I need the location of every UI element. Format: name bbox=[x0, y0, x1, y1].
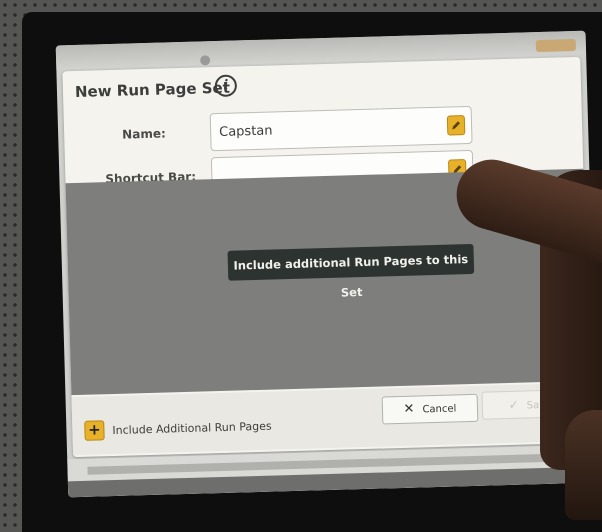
info-icon[interactable]: i bbox=[214, 74, 238, 98]
top-bar-tab[interactable] bbox=[535, 38, 577, 53]
name-label: Name: bbox=[122, 126, 166, 142]
display-screen: New Run Page Set i Name: Capstan Shortcu… bbox=[55, 30, 599, 506]
close-icon: ✕ bbox=[403, 401, 415, 417]
name-value: Capstan bbox=[218, 123, 273, 140]
pencil-icon bbox=[452, 121, 461, 130]
name-edit-button[interactable] bbox=[446, 115, 466, 136]
include-additional-run-pages-row[interactable]: + Include Additional Run Pages bbox=[84, 420, 272, 443]
top-bar-knob bbox=[200, 55, 211, 66]
thumb bbox=[565, 410, 602, 520]
check-icon: ✓ bbox=[508, 397, 519, 412]
include-pages-banner: Include additional Run Pages to this Set bbox=[227, 243, 475, 300]
cancel-label: Cancel bbox=[422, 403, 457, 416]
cancel-button[interactable]: ✕ Cancel bbox=[381, 393, 479, 425]
plus-icon[interactable]: + bbox=[84, 420, 105, 441]
dialog-title: New Run Page Set bbox=[74, 78, 231, 101]
screen-surface: New Run Page Set i Name: Capstan Shortcu… bbox=[55, 30, 599, 498]
name-field[interactable]: Capstan bbox=[209, 105, 473, 152]
